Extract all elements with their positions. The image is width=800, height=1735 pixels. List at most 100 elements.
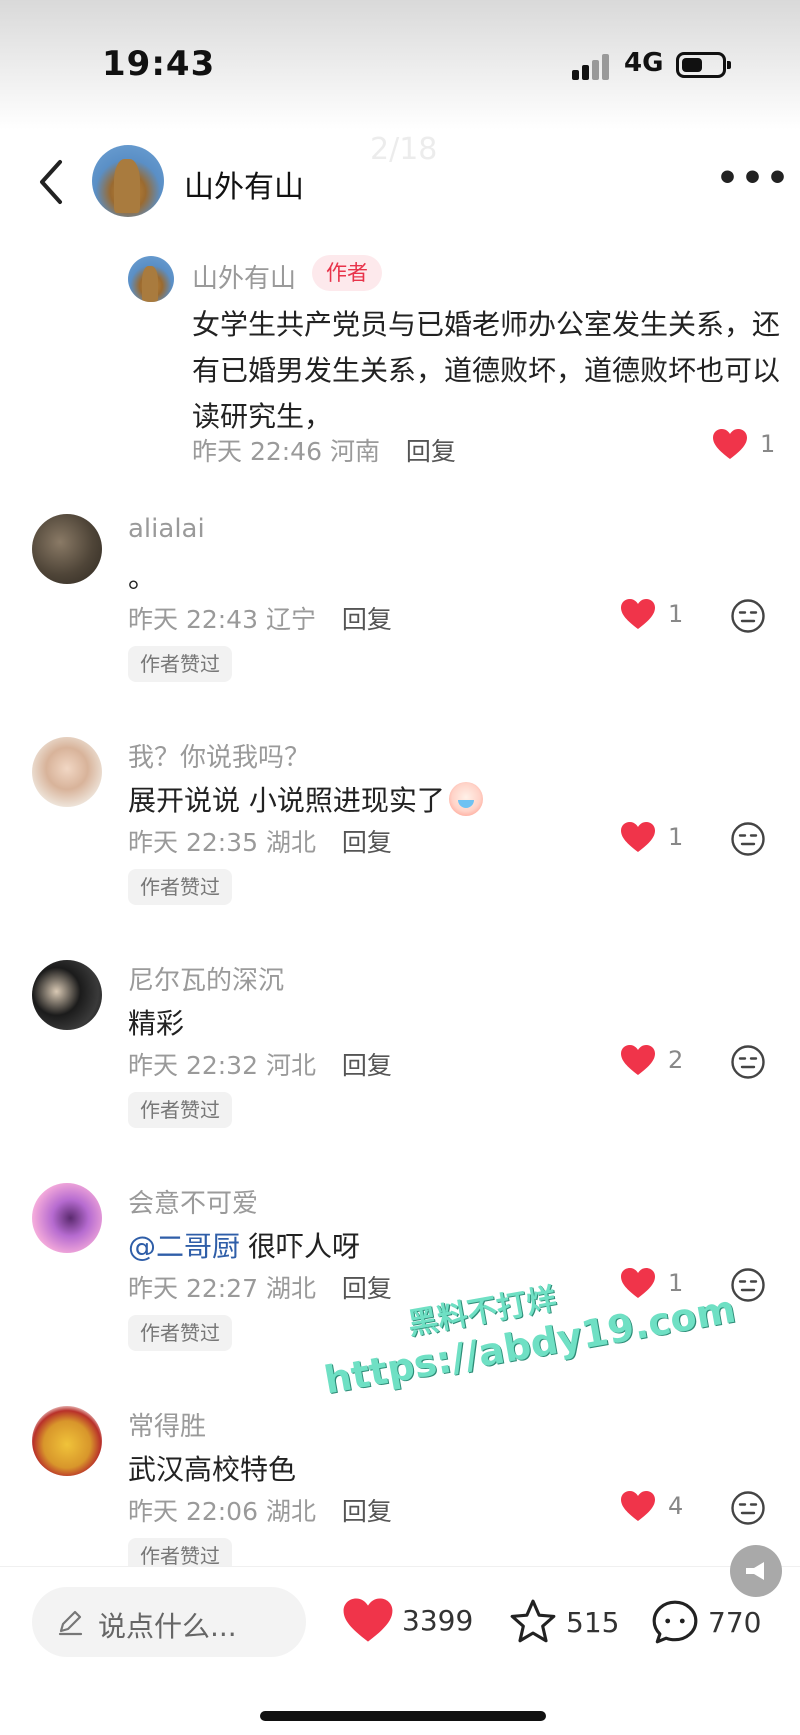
like-total: 3399 [402, 1603, 474, 1637]
chat-bubble-icon [652, 1600, 698, 1644]
comment-author[interactable]: 会意不可爱 [128, 1183, 258, 1220]
home-indicator[interactable] [260, 1711, 546, 1721]
comment-body: 很吓人呀 [248, 1230, 361, 1263]
avatar[interactable] [32, 737, 102, 807]
megaphone-icon [746, 1562, 764, 1580]
comment-location: 河北 [265, 1051, 316, 1080]
mention-link[interactable]: @二哥厨 [128, 1230, 240, 1263]
author-badge: 作者 [312, 255, 382, 291]
back-button[interactable] [30, 152, 70, 212]
avatar[interactable] [32, 960, 102, 1030]
dislike-button[interactable] [730, 821, 766, 857]
reply-button[interactable]: 回复 [342, 1051, 392, 1080]
comment-author[interactable]: 常得胜 [128, 1406, 206, 1443]
reply-button[interactable]: 回复 [342, 1274, 392, 1303]
dislike-button[interactable] [730, 1267, 766, 1303]
comment-text: 展开说说 小说照进现实了 [128, 779, 483, 819]
comment-total: 770 [708, 1605, 762, 1639]
author-liked-badge: 作者赞过 [128, 1315, 232, 1351]
reply-meta: 昨天 22:46 河南 回复 [192, 432, 456, 468]
comment-time: 昨天 22:32 [128, 1051, 258, 1080]
pencil-icon [58, 1610, 83, 1636]
comment-item: 尼尔瓦的深沉 精彩 昨天 22:32 河北 回复 2 作者赞过 [0, 960, 800, 1180]
comment-meta: 昨天 22:06 湖北 回复 [128, 1492, 392, 1528]
more-icon[interactable]: ••• [716, 158, 789, 199]
comment-body: 武汉高校特色 [128, 1453, 297, 1486]
heart-icon [621, 822, 655, 852]
like-count: 1 [760, 430, 776, 458]
comment-body: 展开说说 小说照进现实了 [128, 784, 445, 817]
like-post-button[interactable]: 3399 [342, 1597, 473, 1643]
crying-face-emoji-icon [448, 782, 483, 816]
like-button[interactable]: 1 [620, 821, 683, 853]
comment-location: 湖北 [265, 828, 316, 857]
like-count: 4 [668, 1492, 684, 1520]
comment-item: alialai 。 昨天 22:43 辽宁 回复 1 作者赞过 [0, 514, 800, 734]
comment-time: 昨天 22:35 [128, 828, 258, 857]
avatar[interactable] [128, 256, 174, 302]
avatar[interactable] [32, 514, 102, 584]
reply-button[interactable]: 回复 [342, 1497, 392, 1526]
like-button[interactable]: 2 [620, 1044, 683, 1076]
comment-input[interactable]: 说点什么... [32, 1587, 306, 1657]
avatar[interactable] [32, 1406, 102, 1476]
megaphone-button[interactable] [730, 1545, 782, 1597]
comment-text: @二哥厨 很吓人呀 [128, 1225, 360, 1265]
neutral-face-icon [731, 1268, 765, 1302]
comment-time: 昨天 22:43 [128, 605, 258, 634]
dislike-button[interactable] [730, 1490, 766, 1526]
like-button[interactable]: 4 [620, 1490, 683, 1522]
heart-icon [621, 1491, 655, 1521]
battery-icon [676, 52, 731, 78]
comment-item: 我？你说我吗？ 展开说说 小说照进现实了 昨天 22:35 湖北 回复 1 作者… [0, 737, 800, 957]
favorite-button[interactable]: 515 [508, 1597, 619, 1647]
neutral-face-icon [731, 599, 765, 633]
reply-button[interactable]: 回复 [406, 437, 456, 466]
reply-button[interactable]: 回复 [342, 605, 392, 634]
reply-text: 女学生共产党员与已婚老师办公室发生关系，还有已婚男发生关系，道德败坏，道德败坏也… [192, 308, 781, 433]
comments-button[interactable]: 770 [650, 1597, 761, 1647]
like-count: 1 [668, 600, 684, 628]
comment-body: 。 [128, 561, 157, 594]
like-button[interactable]: 1 [712, 428, 775, 460]
like-button[interactable]: 1 [620, 598, 683, 630]
comment-meta: 昨天 22:35 湖北 回复 [128, 823, 392, 859]
neutral-face-icon [731, 822, 765, 856]
like-count: 2 [668, 1046, 684, 1074]
neutral-face-icon [731, 1491, 765, 1525]
avatar[interactable] [32, 1183, 102, 1253]
comment-author[interactable]: 尼尔瓦的深沉 [128, 960, 284, 997]
reply-button[interactable]: 回复 [342, 828, 392, 857]
signal-icon [572, 52, 612, 80]
author-liked-badge: 作者赞过 [128, 869, 232, 905]
dislike-button[interactable] [730, 598, 766, 634]
comment-text: 精彩 [128, 1002, 184, 1042]
comment-thread-screen: 19:43 4G ✕ 2/18 山外有山 ••• 山外有山 作者 女学生共产党员… [0, 0, 800, 1735]
heart-icon [621, 1045, 655, 1075]
comment-location: 辽宁 [265, 605, 316, 634]
comment-body: 精彩 [128, 1007, 185, 1040]
network-label: 4G [624, 48, 664, 78]
comment-time: 昨天 22:46 [192, 437, 322, 466]
status-time: 19:43 [102, 44, 216, 84]
reply-author-name[interactable]: 山外有山 [192, 258, 296, 295]
heart-icon [713, 429, 747, 459]
heart-icon [343, 1598, 393, 1642]
comment-location: 河南 [329, 437, 380, 466]
page-counter: 2/18 [370, 132, 438, 167]
dislike-button[interactable] [730, 1044, 766, 1080]
favorite-total: 515 [566, 1605, 620, 1639]
author-liked-badge: 作者赞过 [128, 1092, 232, 1128]
neutral-face-icon [731, 1045, 765, 1079]
comment-location: 湖北 [265, 1274, 316, 1303]
comment-text: 。 [128, 556, 156, 596]
comment-time: 昨天 22:06 [128, 1497, 258, 1526]
comment-input-placeholder: 说点什么... [98, 1610, 237, 1643]
comment-author[interactable]: 我？你说我吗？ [128, 737, 310, 774]
status-bar: 19:43 4G [0, 0, 800, 130]
comment-author[interactable]: alialai [128, 514, 205, 544]
author-name[interactable]: 山外有山 [184, 162, 304, 206]
chevron-left-icon [40, 160, 62, 204]
author-avatar[interactable] [92, 145, 164, 217]
comment-meta: 昨天 22:32 河北 回复 [128, 1046, 392, 1082]
